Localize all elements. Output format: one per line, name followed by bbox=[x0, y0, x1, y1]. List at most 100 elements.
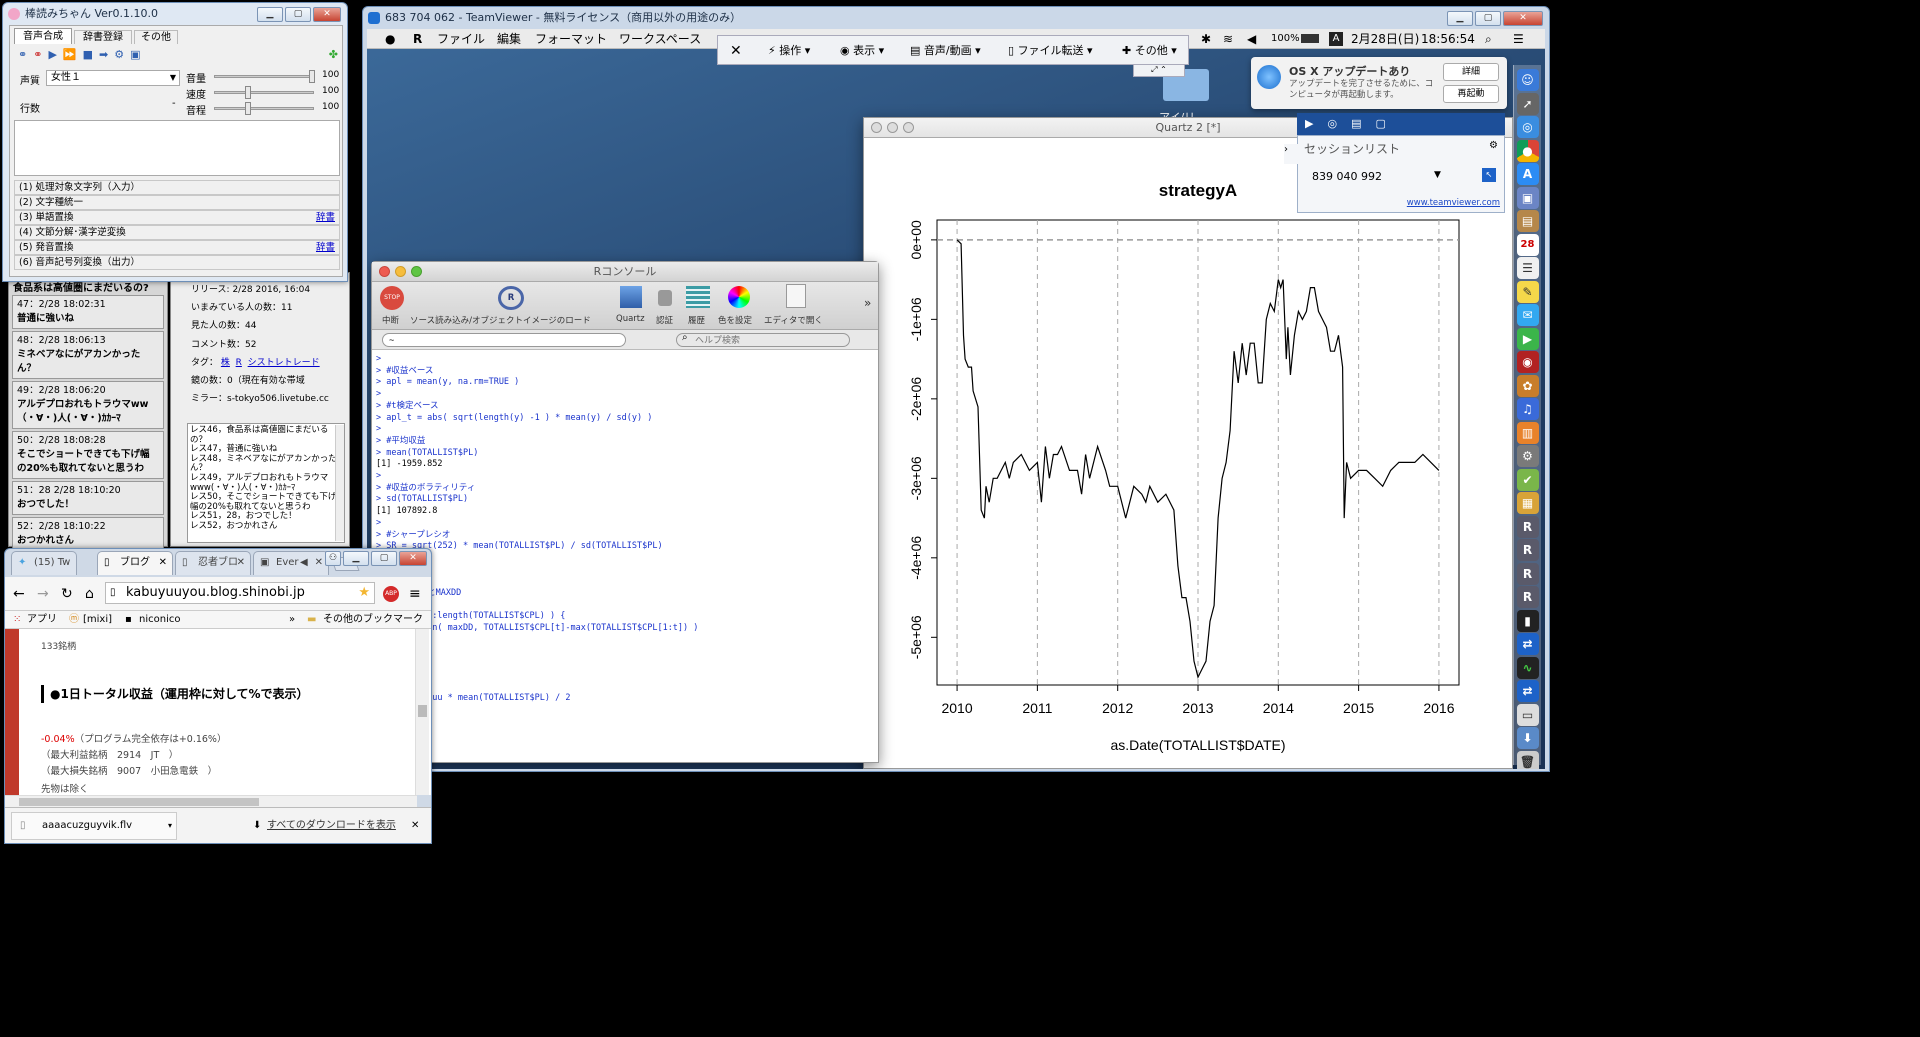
activity-monitor-dock-icon[interactable]: ∿ bbox=[1516, 656, 1539, 679]
terminal-dock-icon[interactable]: ▮ bbox=[1516, 609, 1539, 632]
session-cursor-icon[interactable]: ↖ bbox=[1482, 168, 1496, 182]
trash-dock-icon[interactable]: 🗑 bbox=[1516, 750, 1539, 769]
preview-dock-icon[interactable]: ▣ bbox=[1516, 186, 1539, 209]
help-search-input[interactable] bbox=[676, 333, 850, 347]
menu-icon[interactable]: ≡ bbox=[409, 577, 421, 611]
tv-more-menu[interactable]: ✚ その他 ▾ bbox=[1122, 36, 1177, 66]
star-icon[interactable]: ★ bbox=[358, 583, 370, 603]
tab-blog[interactable]: ▯ ブログ ✕ bbox=[97, 551, 173, 575]
contacts-dock-icon[interactable]: ▤ bbox=[1516, 210, 1539, 232]
tag-link[interactable]: シストレトレード bbox=[248, 358, 320, 368]
comment-item[interactable]: 51：28 2/28 18:10:20 おつでした！ bbox=[12, 481, 164, 515]
downloads-dock-icon[interactable]: ⬇ bbox=[1516, 727, 1539, 749]
user-icon[interactable]: ⚇ bbox=[325, 551, 341, 566]
stop-button[interactable]: STOP bbox=[380, 286, 404, 310]
tv-file-transfer-menu[interactable]: ▯ ファイル転送 ▾ bbox=[1008, 36, 1093, 66]
vertical-scrollbar[interactable] bbox=[415, 629, 429, 795]
minimize-button[interactable]: ▁ bbox=[257, 7, 283, 22]
photos-dock-icon[interactable]: ✿ bbox=[1516, 374, 1539, 397]
menu-workspace[interactable]: ワークスペース bbox=[619, 29, 701, 49]
download-menu-icon[interactable]: ▾ bbox=[168, 813, 172, 839]
teamviewer-link[interactable]: www.teamviewer.com bbox=[1407, 198, 1500, 208]
conversion-step[interactable]: (2) 文字種統一 bbox=[14, 195, 340, 210]
bookmark-niconico[interactable]: niconico bbox=[139, 611, 180, 629]
system-prefs-dock-icon[interactable]: ⚙ bbox=[1516, 445, 1539, 467]
horizontal-scrollbar[interactable] bbox=[5, 795, 417, 807]
play-icon[interactable]: ▶ bbox=[48, 48, 56, 66]
bluetooth-icon[interactable]: ✱ bbox=[1201, 29, 1211, 49]
other-bookmarks[interactable]: その他のブックマーク bbox=[323, 611, 423, 629]
slider-thumb[interactable] bbox=[245, 86, 252, 99]
database-dock-icon[interactable]: ▦ bbox=[1516, 492, 1539, 514]
facetime-dock-icon[interactable]: ▶ bbox=[1516, 327, 1539, 350]
maximize-button[interactable]: ▢ bbox=[371, 551, 397, 566]
close-shelf-icon[interactable]: ✕ bbox=[411, 808, 419, 844]
zoom-dot[interactable] bbox=[411, 266, 422, 277]
speed-slider[interactable] bbox=[214, 86, 314, 99]
date-label[interactable]: 2月28日(日) bbox=[1351, 29, 1419, 49]
tab-speech[interactable]: 音声合成 bbox=[14, 28, 72, 44]
minimize-dot[interactable] bbox=[395, 266, 406, 277]
notification-center-icon[interactable]: ☰ bbox=[1513, 29, 1524, 49]
apple-icon[interactable]: ● bbox=[385, 29, 395, 49]
chrome-dock-icon[interactable]: ● bbox=[1516, 139, 1539, 162]
utility-dock-icon[interactable]: ✔ bbox=[1516, 468, 1539, 491]
pitch-slider[interactable] bbox=[214, 102, 314, 115]
comment-item[interactable]: 49：2/28 18:06:20 アルデプロおれもトラウマww（・∀・)人(・∀・… bbox=[12, 381, 164, 429]
restart-button[interactable]: 再起動 bbox=[1443, 85, 1499, 103]
settings-gear-icon[interactable]: ⚙ bbox=[1489, 140, 1498, 151]
history-label[interactable]: 履歴 bbox=[688, 314, 705, 326]
forward-icon[interactable]: → bbox=[37, 577, 49, 611]
download-item[interactable]: ▯ aaaacuzguyvik.flv ▾ bbox=[11, 812, 177, 840]
menu-R[interactable]: R bbox=[413, 29, 422, 49]
connect-icon[interactable]: ⚭ bbox=[18, 48, 27, 66]
r-dock-icon-3[interactable]: R bbox=[1516, 562, 1539, 585]
launchpad-dock-icon[interactable]: ➚ bbox=[1516, 92, 1539, 115]
window-dock-icon[interactable]: ▭ bbox=[1516, 703, 1539, 726]
tab-dictionary[interactable]: 辞書登録 bbox=[74, 30, 132, 44]
conversion-step[interactable]: (5) 発音置換 辞書 bbox=[14, 240, 340, 255]
show-all-downloads[interactable]: すべてのダウンロードを表示 bbox=[267, 808, 396, 844]
comment-item[interactable]: 50：2/28 18:08:28 そこでショートできても下げ幅の20%も取れてない… bbox=[12, 431, 164, 479]
toolbar-overflow-icon[interactable]: » bbox=[864, 296, 871, 310]
toolbar-collapse-tab[interactable]: ⤢ ⌃ bbox=[1133, 65, 1185, 77]
ibooks-dock-icon[interactable]: ▥ bbox=[1516, 421, 1539, 444]
tab-close-icon[interactable]: ✕ bbox=[159, 552, 167, 574]
source-load-label[interactable]: ソース読み込み/オブジェクトイメージのロード bbox=[410, 314, 591, 326]
time-label[interactable]: 18:56:54 bbox=[1421, 29, 1475, 49]
wifi-icon[interactable]: ≋ bbox=[1223, 29, 1233, 49]
r-dock-icon[interactable]: R bbox=[1516, 515, 1539, 538]
back-icon[interactable]: ← bbox=[13, 577, 25, 611]
bookmark-mixi[interactable]: [mixi] bbox=[83, 611, 112, 629]
close-button[interactable]: ✕ bbox=[399, 551, 427, 566]
tab-evernote[interactable]: ▣ Ever ◀ ✕ bbox=[253, 551, 329, 575]
input-textarea[interactable] bbox=[14, 120, 340, 176]
session-expand-icon[interactable]: › bbox=[1284, 144, 1298, 164]
teamviewer-dock-icon[interactable]: ⇄ bbox=[1516, 633, 1539, 655]
r-console-output[interactable]: > > #収益ベース > apl = mean(y, na.rm=TRUE ) > > … bbox=[372, 350, 878, 760]
conversion-step[interactable]: (4) 文節分解･漢字逆変換 bbox=[14, 225, 340, 240]
comment-log-textarea[interactable]: レス46，食品系は高値圏にまだいるの？ レス47，普通に強いね レス48，ミネベアな… bbox=[187, 423, 345, 543]
minimize-dot[interactable] bbox=[887, 122, 898, 133]
close-session-icon[interactable]: ✕ bbox=[730, 36, 742, 66]
tab-close-icon[interactable]: ✕ bbox=[237, 552, 245, 574]
menu-file[interactable]: ファイル bbox=[437, 29, 485, 49]
close-button[interactable]: ✕ bbox=[1503, 11, 1543, 26]
close-dot[interactable] bbox=[871, 122, 882, 133]
conversion-step[interactable]: (3) 単語置換 辞書 bbox=[14, 210, 340, 225]
tray-icon[interactable]: ✤ bbox=[329, 48, 338, 66]
menu-edit[interactable]: 編集 bbox=[497, 29, 521, 49]
reminders-dock-icon[interactable]: ☰ bbox=[1516, 257, 1539, 279]
close-dot[interactable] bbox=[379, 266, 390, 277]
update-notification[interactable]: OS X アップデートあり アップデートを完了させるために、コンピュータが再起動… bbox=[1251, 57, 1507, 109]
tab-other[interactable]: その他 bbox=[134, 30, 178, 44]
slider-thumb[interactable] bbox=[309, 70, 315, 83]
notes-dock-icon[interactable]: ✎ bbox=[1516, 280, 1539, 303]
tag-link[interactable]: R bbox=[236, 358, 242, 368]
dictionary-link[interactable]: 辞書 bbox=[316, 211, 335, 224]
tab-ninja[interactable]: ▯ 忍者ブロ ✕ bbox=[175, 551, 251, 575]
spotlight-icon[interactable]: ⌕ bbox=[1485, 29, 1492, 49]
comment-item[interactable]: 48：2/28 18:06:13 ミネベアなにがアカンかったん？ bbox=[12, 331, 164, 379]
settings-icon[interactable]: ⚙ bbox=[114, 48, 124, 66]
apps-icon[interactable]: ⁙ bbox=[13, 611, 21, 629]
